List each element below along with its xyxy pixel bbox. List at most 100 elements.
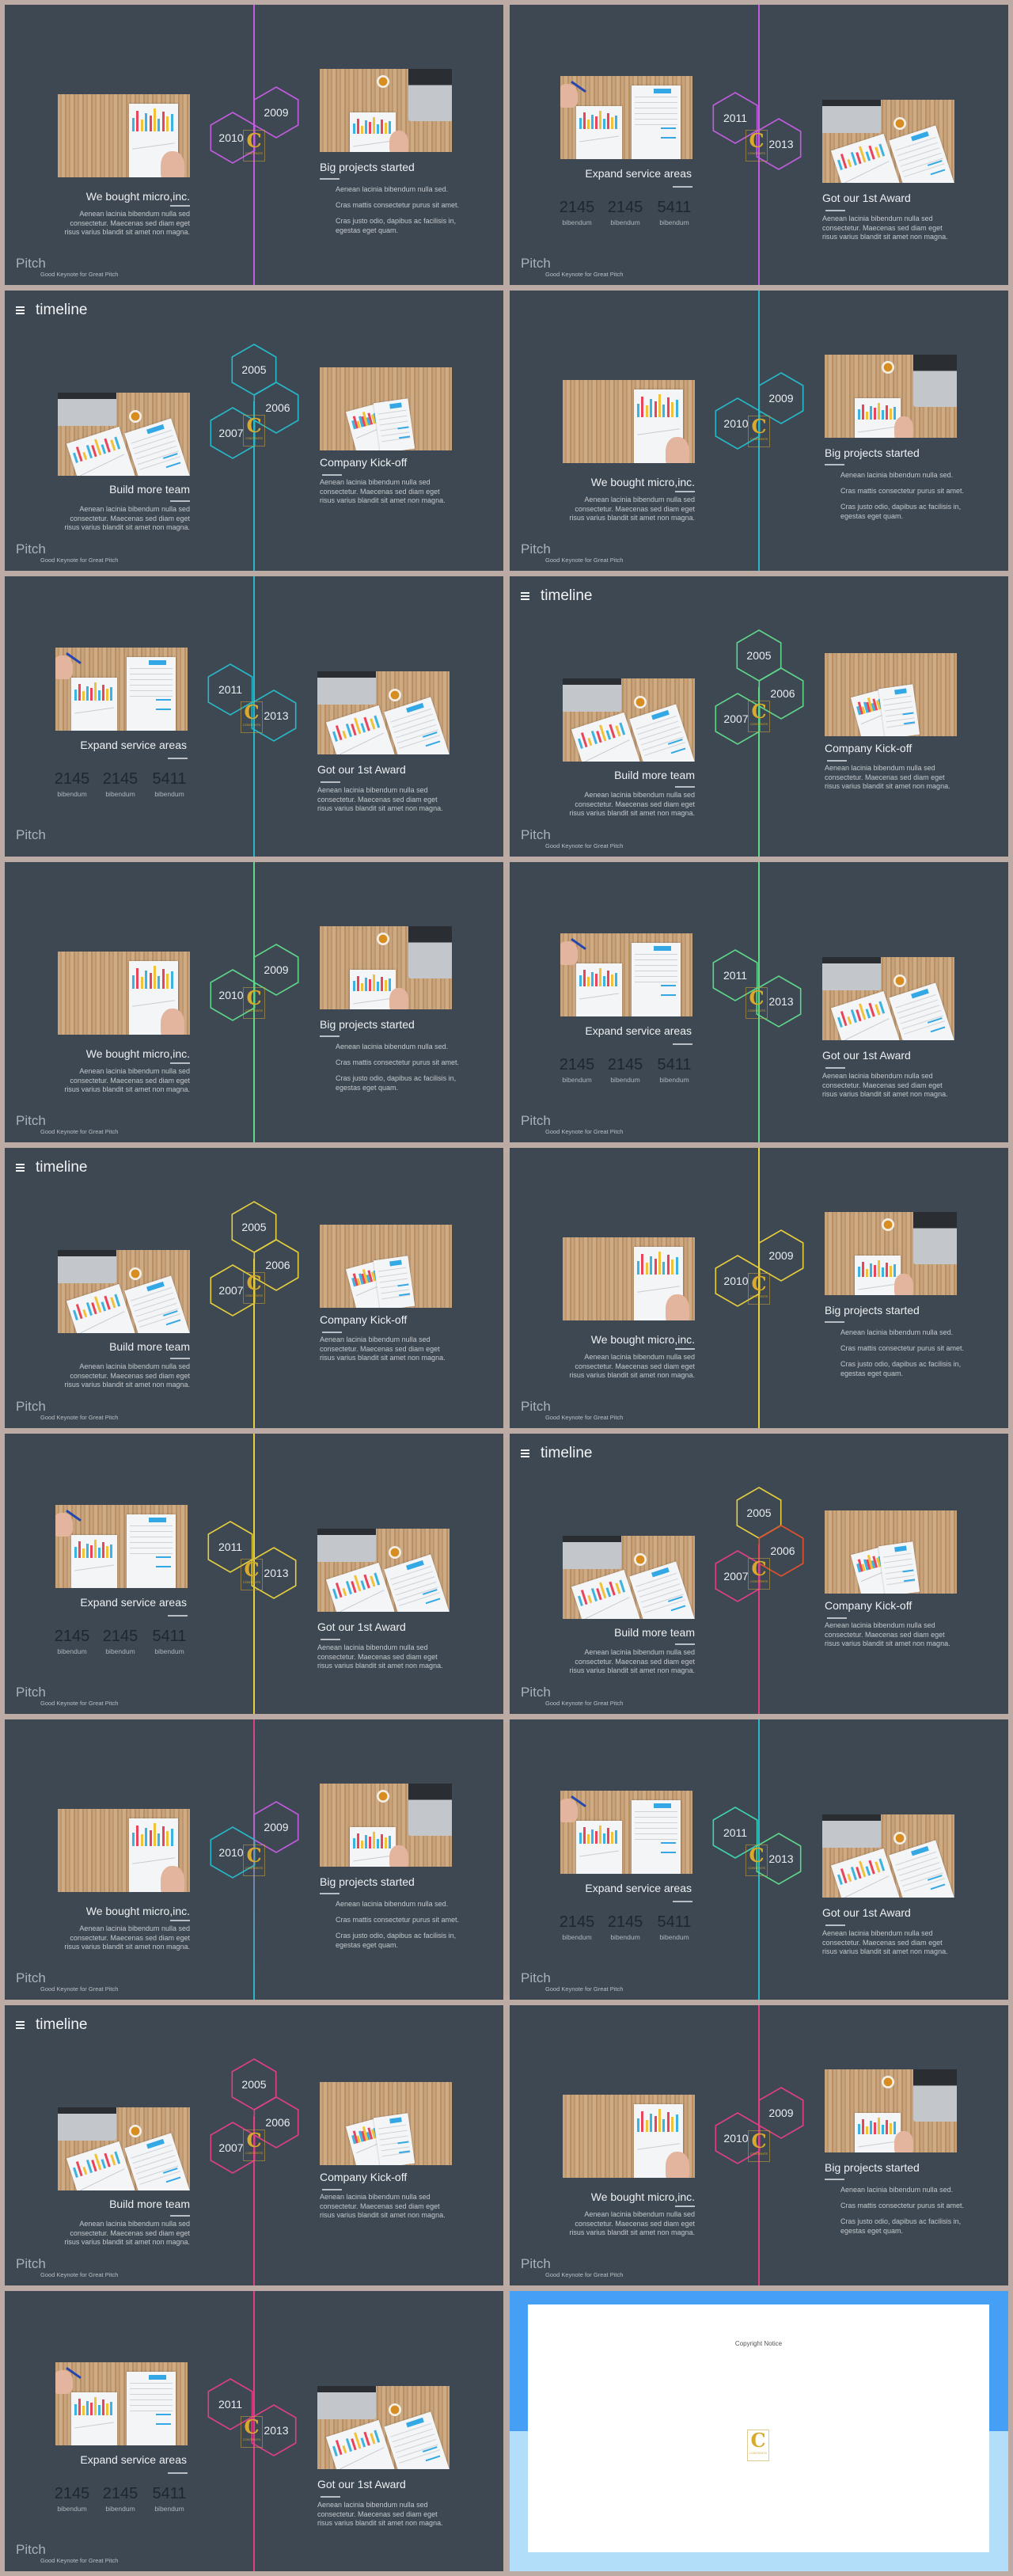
slide-3[interactable]: timeline 2005 2006 2007 C CONTENTS Build more … [5, 291, 503, 571]
stat-value: 5411 [152, 770, 187, 788]
contents-logo: C CONTENTS [748, 416, 770, 447]
slide-5[interactable]: 2011 2013 C CONTENTS Expand service areas 214… [5, 576, 503, 857]
right-body-line: Cras justo odio, dapibus ac facilisis in… [336, 217, 457, 234]
slide-18[interactable]: Copyright Notice C CONTENTS [510, 2291, 1008, 2571]
right-title: Company Kick-off [320, 1313, 408, 1326]
slide-10[interactable]: 2009 2010 C CONTENTS We bought micro,inc. Aen… [510, 1148, 1008, 1428]
contents-logo: C CONTENTS [243, 987, 265, 1019]
title-underline [675, 2206, 695, 2207]
tagline: Good Keynote for Great Pitch [40, 1128, 119, 1135]
copyright-card: Copyright Notice C CONTENTS [528, 2304, 989, 2552]
left-body: Aenean lacinia bibendum nulla sed consec… [64, 505, 190, 531]
slide-6[interactable]: timeline 2005 2006 2007 C CONTENTS Build more … [510, 576, 1008, 857]
right-body-line: Cras mattis consectetur purus sit amet. [336, 201, 460, 209]
left-title: Expand service areas [585, 167, 692, 180]
pitch-logo: Pitch [16, 827, 46, 842]
year-label: 2011 [218, 683, 243, 696]
logo-text: CONTENTS [750, 1579, 768, 1583]
contents-logo: C CONTENTS [748, 1273, 770, 1305]
stat-value: 5411 [657, 199, 692, 216]
logo-letter: C [751, 700, 767, 723]
left-title: We bought micro,inc. [85, 190, 190, 203]
stat-value: 2145 [102, 770, 138, 788]
right-body: Aenean lacinia bibendum nulla sed consec… [320, 2193, 446, 2219]
right-body: Aenean lacinia bibendum nulla sed consec… [317, 2501, 443, 2527]
right-body-line: Cras justo odio, dapibus ac facilisis in… [336, 1932, 457, 1949]
copyright-notice: Copyright Notice [734, 2340, 783, 2347]
slide-15[interactable]: timeline 2005 2006 2007 C CONTENTS Build more … [5, 2005, 503, 2285]
slide-8[interactable]: 2011 2013 C CONTENTS Expand service areas 214… [510, 862, 1008, 1142]
right-title: Company Kick-off [320, 2171, 408, 2183]
title-underline [673, 186, 692, 188]
title-underline [170, 1358, 190, 1359]
right-body-line: Aenean lacinia bibendum nulla sed. [840, 1328, 954, 1336]
year-label: 2005 [241, 2078, 267, 2091]
stat-value: 5411 [657, 1913, 692, 1931]
right-title: Big projects started [320, 1018, 415, 1031]
slide-16[interactable]: 2009 2010 C CONTENTS We bought micro,inc. Aen… [510, 2005, 1008, 2285]
logo-text: CONTENTS [245, 436, 263, 440]
logo-text: CONTENTS [750, 1294, 768, 1298]
right-title: Got our 1st Award [822, 1906, 911, 1919]
stat-value: 2145 [607, 1913, 643, 1931]
logo-text: CONTENTS [245, 151, 263, 155]
tagline: Good Keynote for Great Pitch [545, 271, 624, 278]
left-body: Aenean lacinia bibendum nulla sed consec… [569, 2210, 695, 2236]
right-body: Aenean lacinia bibendum nulla sed consec… [320, 478, 446, 504]
logo-text: CONTENTS [750, 722, 768, 726]
stat-label: bibendum [562, 1933, 592, 1941]
right-body-line: Aenean lacinia bibendum nulla sed. [336, 1043, 449, 1051]
logo-text: CONTENTS [749, 2451, 767, 2455]
right-body: Aenean lacinia bibendum nulla sed consec… [822, 1072, 948, 1098]
title-underline [168, 2472, 188, 2474]
stat-value: 2145 [102, 2485, 138, 2502]
slide-17[interactable]: 2011 2013 C CONTENTS Expand service areas 214… [5, 2291, 503, 2571]
slide-12[interactable]: timeline 2005 2006 2007 C CONTENTS Build more … [510, 1434, 1008, 1714]
logo-letter: C [246, 1844, 262, 1867]
slide-9[interactable]: timeline 2005 2006 2007 C CONTENTS Build more … [5, 1148, 503, 1428]
contents-logo: C CONTENTS [746, 130, 768, 161]
right-title: Got our 1st Award [822, 1049, 911, 1062]
year-label: 2006 [770, 687, 795, 700]
year-label: 2011 [218, 1541, 243, 1553]
slide-13[interactable]: 2009 2010 C CONTENTS We bought micro,inc. Aen… [5, 1719, 503, 2000]
logo-text: CONTENTS [748, 1009, 765, 1013]
title-underline [320, 1893, 340, 1894]
slide-11[interactable]: 2011 2013 C CONTENTS Expand service areas 214… [5, 1434, 503, 1714]
left-title: We bought micro,inc. [590, 2190, 695, 2203]
stat-value: 5411 [152, 2485, 187, 2502]
title-underline [320, 178, 340, 180]
title-underline [321, 781, 340, 783]
contents-logo: C CONTENTS [748, 2130, 770, 2162]
logo-text: CONTENTS [748, 1866, 765, 1870]
logo-text: CONTENTS [243, 2437, 260, 2441]
logo-letter: C [246, 986, 262, 1009]
year-label: 2009 [768, 2107, 794, 2119]
right-body: Aenean lacinia bibendum nulla sed consec… [825, 1621, 950, 1647]
logo-letter: C [749, 986, 764, 1009]
right-body: Aenean lacinia bibendum nulla sed consec… [317, 1643, 443, 1670]
slide-4[interactable]: 2009 2010 C CONTENTS We bought micro,inc. Aen… [510, 291, 1008, 571]
right-body: Aenean lacinia bibendum nulla sed consec… [822, 1929, 948, 1955]
left-body: Aenean lacinia bibendum nulla sed consec… [64, 2220, 190, 2246]
stat-value: 5411 [657, 1056, 692, 1073]
slide-7[interactable]: 2009 2010 C CONTENTS We bought micro,inc. Aen… [5, 862, 503, 1142]
right-body: Aenean lacinia bibendum nulla sed consec… [320, 1335, 446, 1362]
left-body: Aenean lacinia bibendum nulla sed consec… [64, 1362, 190, 1389]
pitch-logo: Pitch [521, 256, 551, 271]
right-body-line: Cras mattis consectetur purus sit amet. [336, 1916, 460, 1924]
contents-logo: C CONTENTS [241, 2416, 263, 2448]
pitch-logo: Pitch [521, 827, 551, 842]
title-underline [322, 1332, 342, 1333]
slide-2[interactable]: 2011 2013 C CONTENTS Expand service areas 214… [510, 5, 1008, 285]
right-title: Company Kick-off [825, 1599, 912, 1612]
year-label: 2011 [218, 2398, 243, 2411]
left-body: Aenean lacinia bibendum nulla sed consec… [569, 1648, 695, 1674]
slide-1[interactable]: 2009 2010 C CONTENTS We bought micro,inc. Aen… [5, 5, 503, 285]
right-body-line: Cras justo odio, dapibus ac facilisis in… [840, 2217, 962, 2235]
tagline: Good Keynote for Great Pitch [545, 1985, 624, 1993]
right-body-line: Aenean lacinia bibendum nulla sed. [840, 471, 954, 479]
right-body-line: Cras mattis consectetur purus sit amet. [336, 1058, 460, 1066]
slide-14[interactable]: 2011 2013 C CONTENTS Expand service areas 214… [510, 1719, 1008, 2000]
logo-letter: C [751, 1557, 767, 1580]
